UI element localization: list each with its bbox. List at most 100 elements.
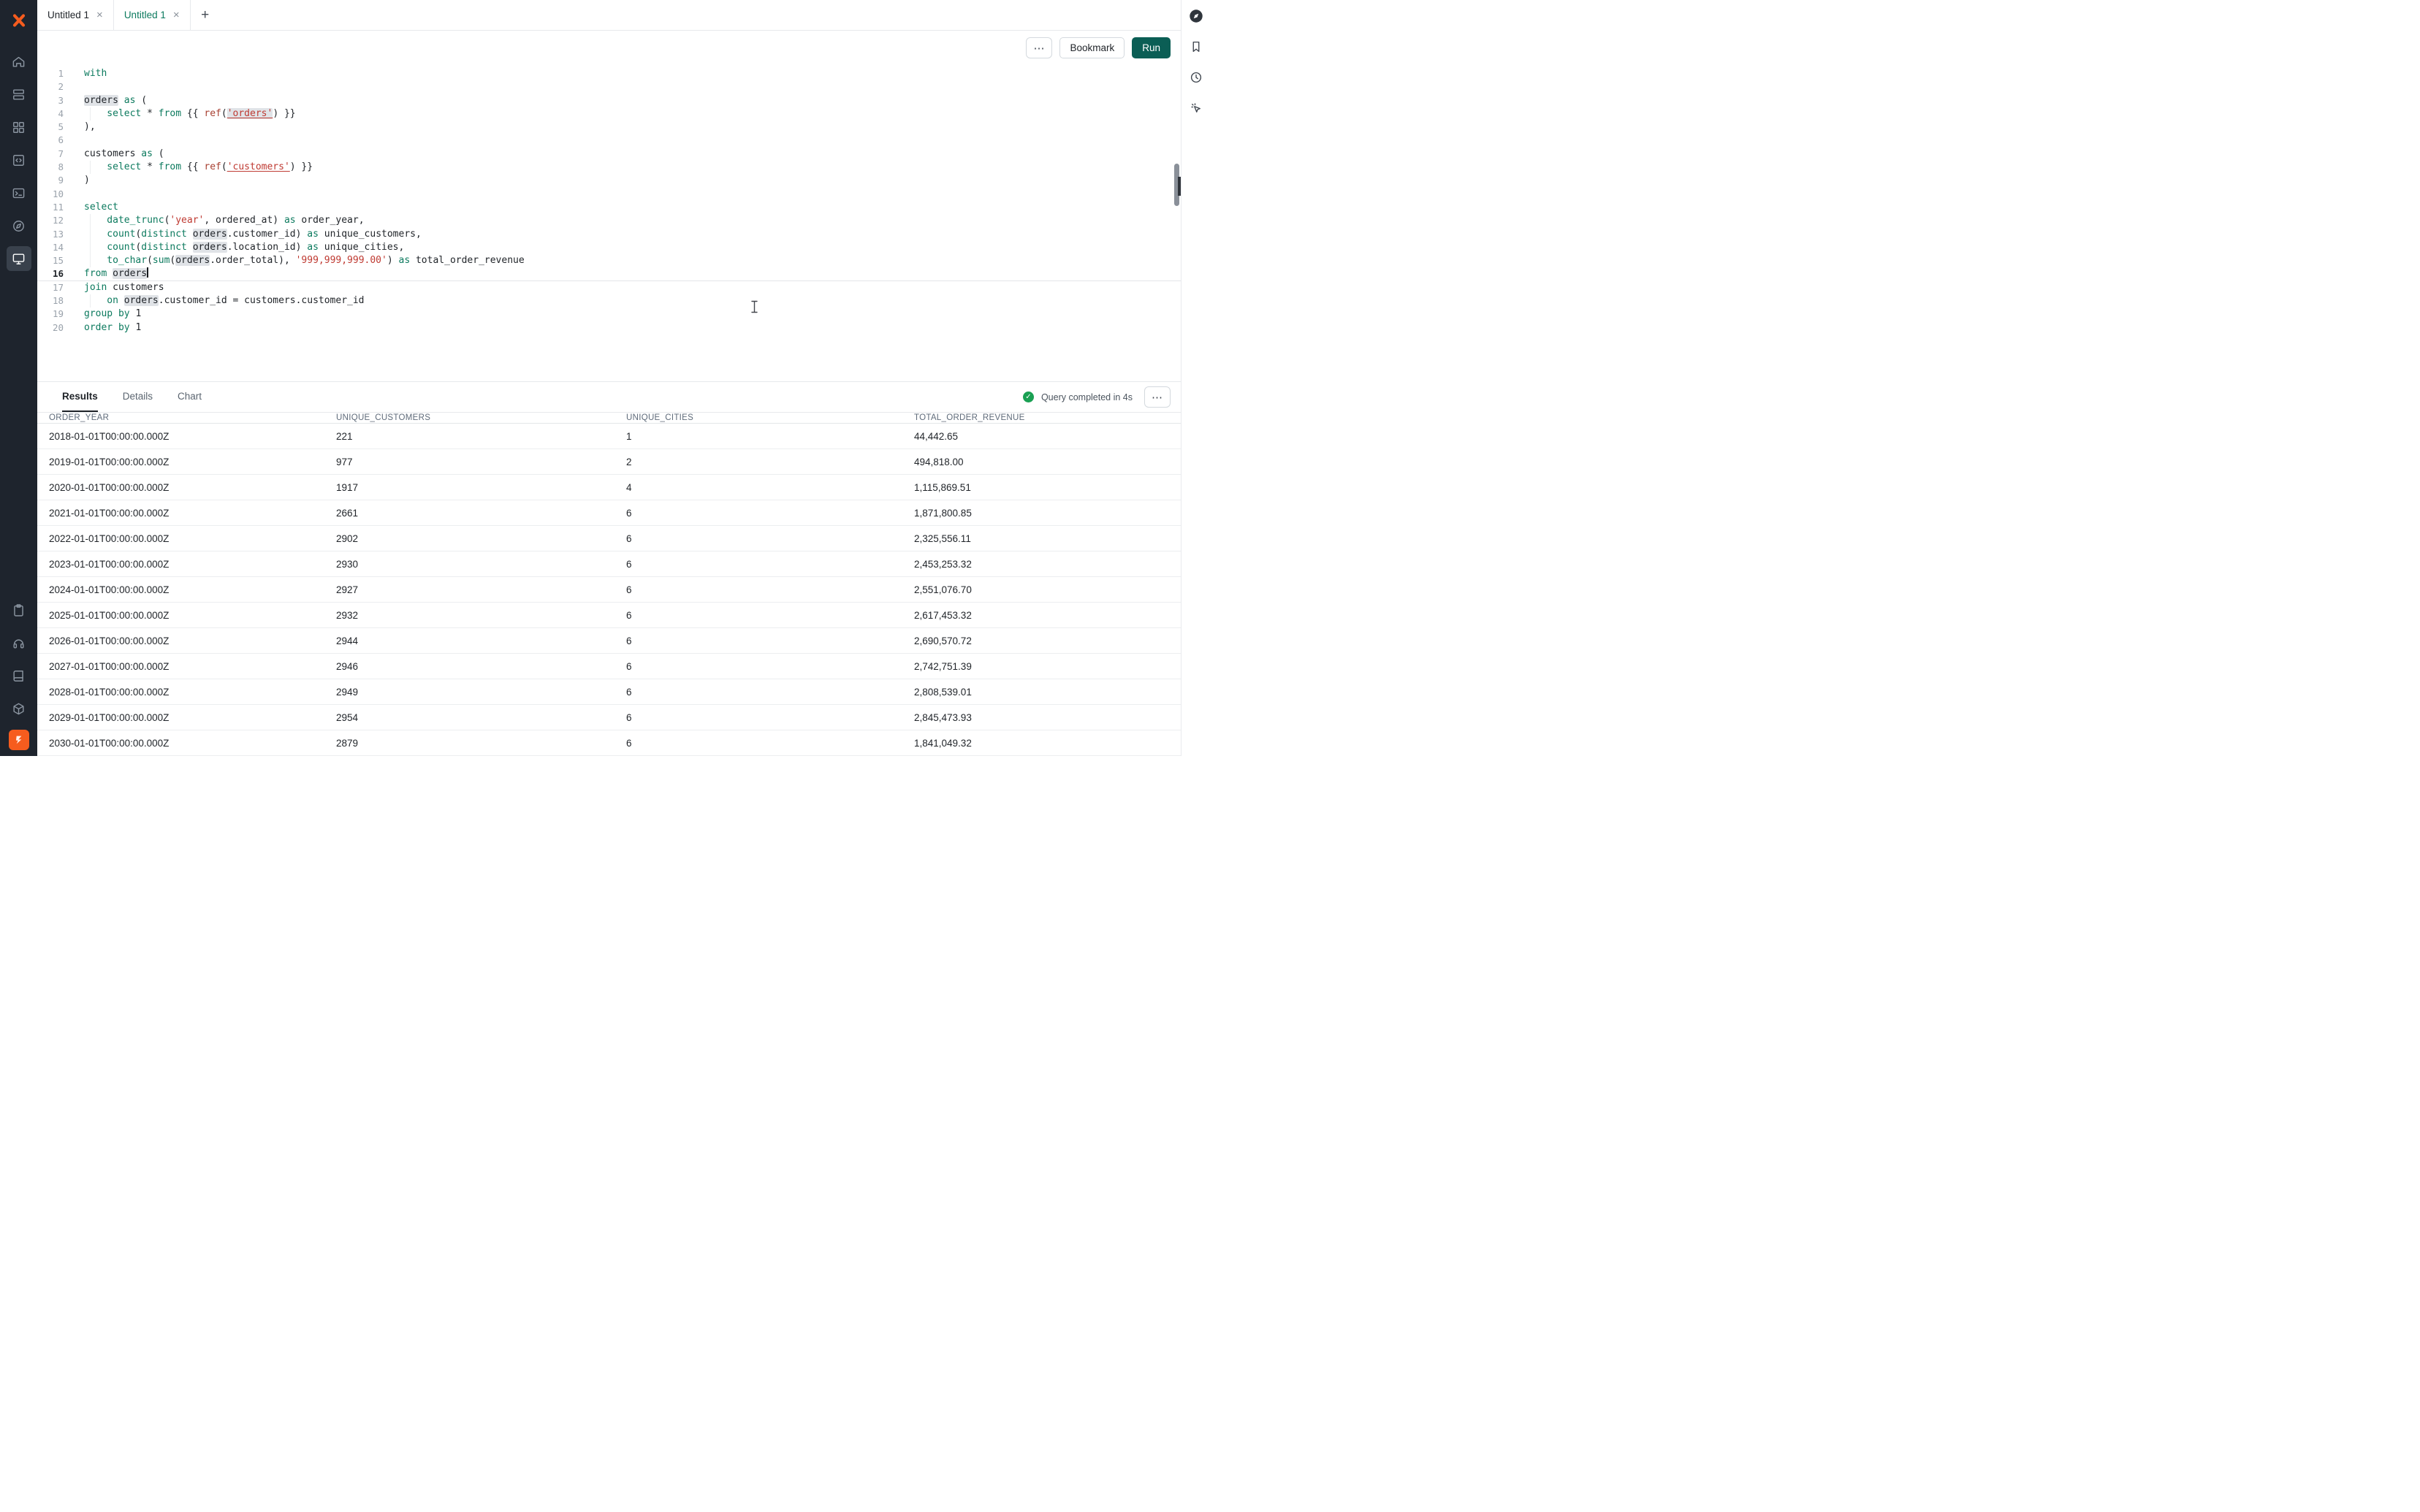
line-number: 8 [37, 161, 74, 174]
code-line[interactable]: 11select [37, 201, 1181, 214]
new-tab-button[interactable]: + [191, 0, 220, 30]
sidebar-item-docs[interactable] [7, 663, 31, 688]
table-cell: 2661 [336, 508, 626, 519]
code-line[interactable]: 10 [37, 188, 1181, 201]
results-tab-results[interactable]: Results [62, 382, 98, 412]
sidebar-item-code[interactable] [7, 148, 31, 172]
sidebar-item-studio[interactable] [7, 246, 31, 271]
tab-close-icon[interactable]: × [173, 9, 180, 20]
code-line[interactable]: 13 count(distinct orders.customer_id) as… [37, 228, 1181, 241]
table-cell: 6 [626, 712, 914, 723]
sidebar-item-data[interactable] [7, 82, 31, 107]
code-line[interactable]: 19 group by 1 [37, 308, 1181, 321]
tab-strip: Untitled 1×Untitled 1× [37, 0, 191, 30]
table-row[interactable]: 2030-01-01T00:00:00.000Z287961,841,049.3… [37, 730, 1181, 756]
code-line[interactable]: 7customers as ( [37, 148, 1181, 161]
sidebar-item-explore[interactable] [7, 213, 31, 238]
code-line[interactable]: 17join customers [37, 281, 1181, 294]
table-cell: 2021-01-01T00:00:00.000Z [49, 508, 336, 519]
line-number: 2 [37, 80, 74, 93]
code-line[interactable]: 6 [37, 134, 1181, 147]
editor-tab[interactable]: Untitled 1× [37, 0, 114, 30]
more-options-button[interactable]: ⋯ [1026, 37, 1052, 58]
app-logo[interactable] [0, 0, 37, 41]
table-row[interactable]: 2026-01-01T00:00:00.000Z294462,690,570.7… [37, 628, 1181, 654]
code-text: ), [84, 121, 96, 134]
results-tab-chart[interactable]: Chart [178, 382, 202, 412]
table-row[interactable]: 2021-01-01T00:00:00.000Z266161,871,800.8… [37, 500, 1181, 526]
code-line[interactable]: 12 date_trunc('year', ordered_at) as ord… [37, 214, 1181, 227]
editor-tab-bar: Untitled 1×Untitled 1× + [37, 0, 1181, 31]
code-line[interactable]: 5), [37, 121, 1181, 134]
bookmark-button[interactable]: Bookmark [1059, 37, 1125, 58]
left-sidebar [0, 0, 37, 756]
code-line[interactable]: 1with [37, 67, 1181, 80]
sidebar-item-apps[interactable] [7, 115, 31, 140]
table-row[interactable]: 2029-01-01T00:00:00.000Z295462,845,473.9… [37, 705, 1181, 730]
column-header[interactable]: UNIQUE_CITIES [626, 413, 914, 422]
results-tab-details[interactable]: Details [123, 382, 153, 412]
table-row[interactable]: 2019-01-01T00:00:00.000Z9772494,818.00 [37, 449, 1181, 475]
table-row[interactable]: 2018-01-01T00:00:00.000Z221144,442.65 [37, 424, 1181, 449]
line-number: 10 [37, 188, 74, 201]
code-line[interactable]: 9) [37, 174, 1181, 187]
line-number: 19 [37, 308, 74, 321]
column-header[interactable]: ORDER_YEAR [49, 413, 336, 422]
code-line[interactable]: 8 select * from {{ ref('customers') }} [37, 161, 1181, 174]
rightbar-item-copilot[interactable] [1186, 6, 1206, 26]
tab-close-icon[interactable]: × [96, 9, 103, 20]
code-line[interactable]: 4 select * from {{ ref('orders') }} [37, 107, 1181, 121]
code-line[interactable]: 2 [37, 80, 1181, 93]
code-text: group by 1 [84, 308, 141, 321]
results-tabs: Results Details Chart [37, 382, 202, 412]
user-avatar[interactable] [9, 730, 29, 750]
rightbar-item-bookmarks[interactable] [1186, 37, 1206, 57]
code-line[interactable]: 20order by 1 [37, 321, 1181, 335]
code-line[interactable]: 15 to_char(sum(orders.order_total), '999… [37, 254, 1181, 267]
results-table: ORDER_YEARUNIQUE_CUSTOMERSUNIQUE_CITIEST… [37, 413, 1181, 756]
sidebar-item-integrations[interactable] [7, 696, 31, 721]
code-line[interactable]: 16from orders [37, 267, 1181, 280]
brand-x-icon [10, 12, 28, 29]
code-text: order by 1 [84, 321, 141, 335]
table-cell: 6 [626, 661, 914, 672]
table-row[interactable]: 2027-01-01T00:00:00.000Z294662,742,751.3… [37, 654, 1181, 679]
column-header[interactable]: UNIQUE_CUSTOMERS [336, 413, 626, 422]
column-header[interactable]: TOTAL_ORDER_REVENUE [914, 413, 1181, 422]
table-cell: 44,442.65 [914, 431, 1181, 442]
code-line[interactable]: 18 on orders.customer_id = customers.cus… [37, 294, 1181, 308]
table-row[interactable]: 2028-01-01T00:00:00.000Z294962,808,539.0… [37, 679, 1181, 705]
table-cell: 6 [626, 508, 914, 519]
results-more-button[interactable]: ⋯ [1144, 386, 1171, 408]
query-toolbar: ⋯ Bookmark Run [37, 31, 1181, 65]
sidebar-item-terminal[interactable] [7, 180, 31, 205]
editor-tab[interactable]: Untitled 1× [114, 0, 191, 30]
sql-editor[interactable]: 1with23orders as (4 select * from {{ ref… [37, 65, 1181, 381]
run-button[interactable]: Run [1132, 37, 1171, 58]
line-number: 4 [37, 107, 74, 121]
bookmark-icon [1190, 40, 1203, 53]
code-text: join customers [84, 281, 164, 294]
rightbar-item-selector[interactable] [1186, 98, 1206, 118]
sidebar-item-home[interactable] [7, 49, 31, 74]
table-cell: 2,808,539.01 [914, 687, 1181, 698]
cursor-click-icon [1190, 102, 1203, 115]
table-row[interactable]: 2024-01-01T00:00:00.000Z292762,551,076.7… [37, 577, 1181, 603]
code-line[interactable]: 3orders as ( [37, 94, 1181, 107]
rightbar-item-history[interactable] [1186, 67, 1206, 88]
sidebar-bottom-group [7, 589, 31, 750]
line-number: 6 [37, 134, 74, 147]
app-window: Untitled 1×Untitled 1× + ⋯ Bookmark Run … [0, 0, 1210, 756]
table-row[interactable]: 2020-01-01T00:00:00.000Z191741,115,869.5… [37, 475, 1181, 500]
table-row[interactable]: 2025-01-01T00:00:00.000Z293262,617,453.3… [37, 603, 1181, 628]
sidebar-item-changelog[interactable] [7, 597, 31, 622]
code-text: from orders [84, 267, 148, 280]
table-row[interactable]: 2022-01-01T00:00:00.000Z290262,325,556.1… [37, 526, 1181, 551]
code-line[interactable]: 14 count(distinct orders.location_id) as… [37, 241, 1181, 254]
sidebar-item-support[interactable] [7, 630, 31, 655]
code-text: with [84, 67, 107, 80]
code-text: customers as ( [84, 148, 164, 161]
table-row[interactable]: 2023-01-01T00:00:00.000Z293062,453,253.3… [37, 551, 1181, 577]
line-number: 12 [37, 214, 74, 227]
table-header-row: ORDER_YEARUNIQUE_CUSTOMERSUNIQUE_CITIEST… [37, 413, 1181, 424]
